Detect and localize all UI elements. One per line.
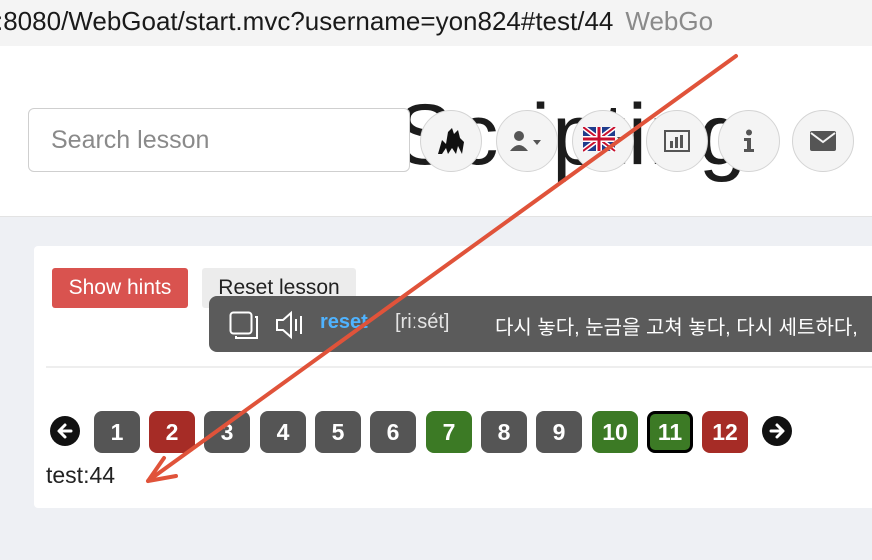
- user-icon: [510, 131, 541, 151]
- page-button-3[interactable]: 3: [204, 411, 250, 453]
- dictionary-pronunciation: [riːsét]: [395, 311, 450, 333]
- toolbar-separator: [0, 46, 872, 65]
- report-card-button[interactable]: [646, 110, 708, 172]
- previous-page-button[interactable]: [50, 416, 80, 446]
- webgoat-logo-icon: [438, 128, 464, 154]
- about-button[interactable]: [718, 110, 780, 172]
- contact-button[interactable]: [792, 110, 854, 172]
- page-button-12[interactable]: 12: [702, 411, 748, 453]
- browser-address-bar[interactable]: :8080/WebGoat/start.mvc?username=yon824#…: [0, 0, 872, 46]
- show-hints-button[interactable]: Show hints: [52, 268, 188, 308]
- report-card-icon: [664, 130, 690, 152]
- dictionary-popup: reset [riːsét] 다시 놓다, 눈금을 고쳐 놓다, 다시 세트하다…: [209, 296, 872, 352]
- dictionary-word: reset: [320, 311, 368, 333]
- dictionary-definition: 다시 놓다, 눈금을 고쳐 놓다, 다시 세트하다,: [495, 317, 858, 339]
- info-icon: [744, 129, 754, 152]
- user-menu-button[interactable]: [496, 110, 558, 172]
- page-button-4[interactable]: 4: [260, 411, 306, 453]
- search-input[interactable]: [28, 108, 410, 172]
- page-button-2[interactable]: 2: [149, 411, 195, 453]
- page-button-7[interactable]: 7: [426, 411, 472, 453]
- app-header: Scripting: [0, 64, 872, 217]
- language-button[interactable]: [572, 110, 634, 172]
- next-page-button[interactable]: [762, 416, 792, 446]
- page-button-5[interactable]: 5: [315, 411, 361, 453]
- page-button-10[interactable]: 10: [592, 411, 638, 453]
- page-button-9[interactable]: 9: [536, 411, 582, 453]
- url-text[interactable]: :8080/WebGoat/start.mvc?username=yon824#…: [0, 6, 713, 37]
- arrow-left-icon: [57, 423, 73, 439]
- speaker-icon[interactable]: [275, 310, 305, 340]
- page-button-8[interactable]: 8: [481, 411, 527, 453]
- tab-title-partial: WebGo: [625, 6, 714, 36]
- page-button-6[interactable]: 6: [370, 411, 416, 453]
- card-divider: [46, 366, 872, 368]
- copy-icon[interactable]: [229, 311, 259, 339]
- mail-icon: [810, 131, 836, 151]
- language-flag-icon: [583, 127, 623, 153]
- page-button-11[interactable]: 11: [647, 411, 693, 453]
- page-button-1[interactable]: 1: [94, 411, 140, 453]
- webgoat-logo-button[interactable]: [420, 110, 482, 172]
- arrow-right-icon: [769, 423, 785, 439]
- page-status-text: test:44: [46, 462, 116, 488]
- lesson-card: Show hints Reset lesson: [34, 246, 872, 508]
